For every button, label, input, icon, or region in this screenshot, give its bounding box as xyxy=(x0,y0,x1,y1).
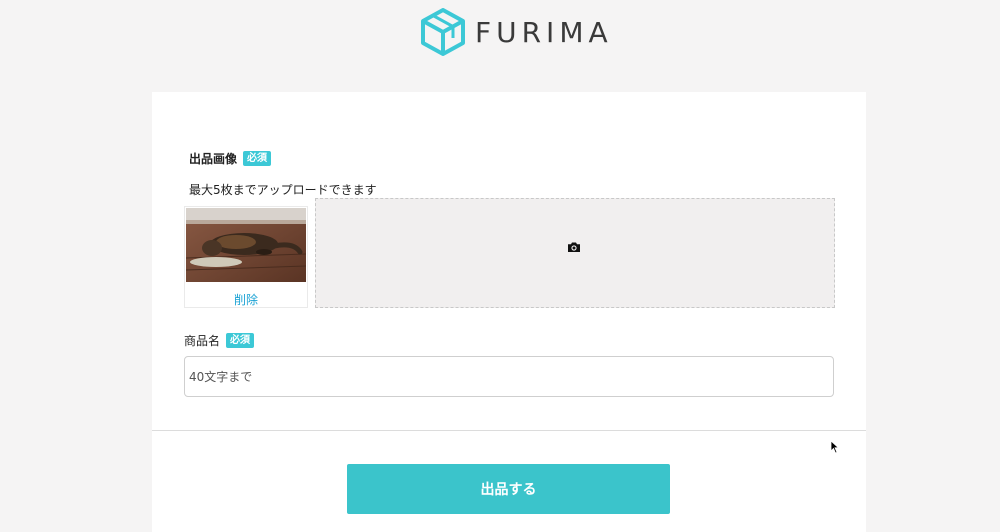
logo-text: FURIMA xyxy=(475,15,613,49)
item-name-input[interactable] xyxy=(184,356,834,397)
image-dropzone[interactable] xyxy=(315,198,835,308)
upload-hint: 最大5枚までアップロードできます xyxy=(189,183,377,197)
name-label-text: 商品名 xyxy=(184,334,221,348)
form-divider xyxy=(152,430,866,431)
required-badge: 必須 xyxy=(243,151,272,166)
images-label-text: 出品画像 xyxy=(189,152,238,166)
submit-listing-button[interactable]: 出品する xyxy=(347,464,670,514)
mouse-cursor-icon xyxy=(830,440,840,454)
images-section-label: 出品画像 必須 xyxy=(189,150,272,167)
camera-icon xyxy=(568,242,580,252)
name-section-label: 商品名 必須 xyxy=(184,332,255,349)
box-logo-icon xyxy=(421,8,465,56)
delete-image-link[interactable]: 削除 xyxy=(185,291,307,308)
required-badge: 必須 xyxy=(226,333,255,348)
cat-photo-thumbnail xyxy=(186,208,306,282)
listing-form: 出品画像 必須 最大5枚までアップロードできます 削除 商品名 必須 40文字ま… xyxy=(152,92,866,532)
header-logo[interactable]: FURIMA xyxy=(421,6,613,58)
image-preview: 削除 xyxy=(184,206,308,308)
